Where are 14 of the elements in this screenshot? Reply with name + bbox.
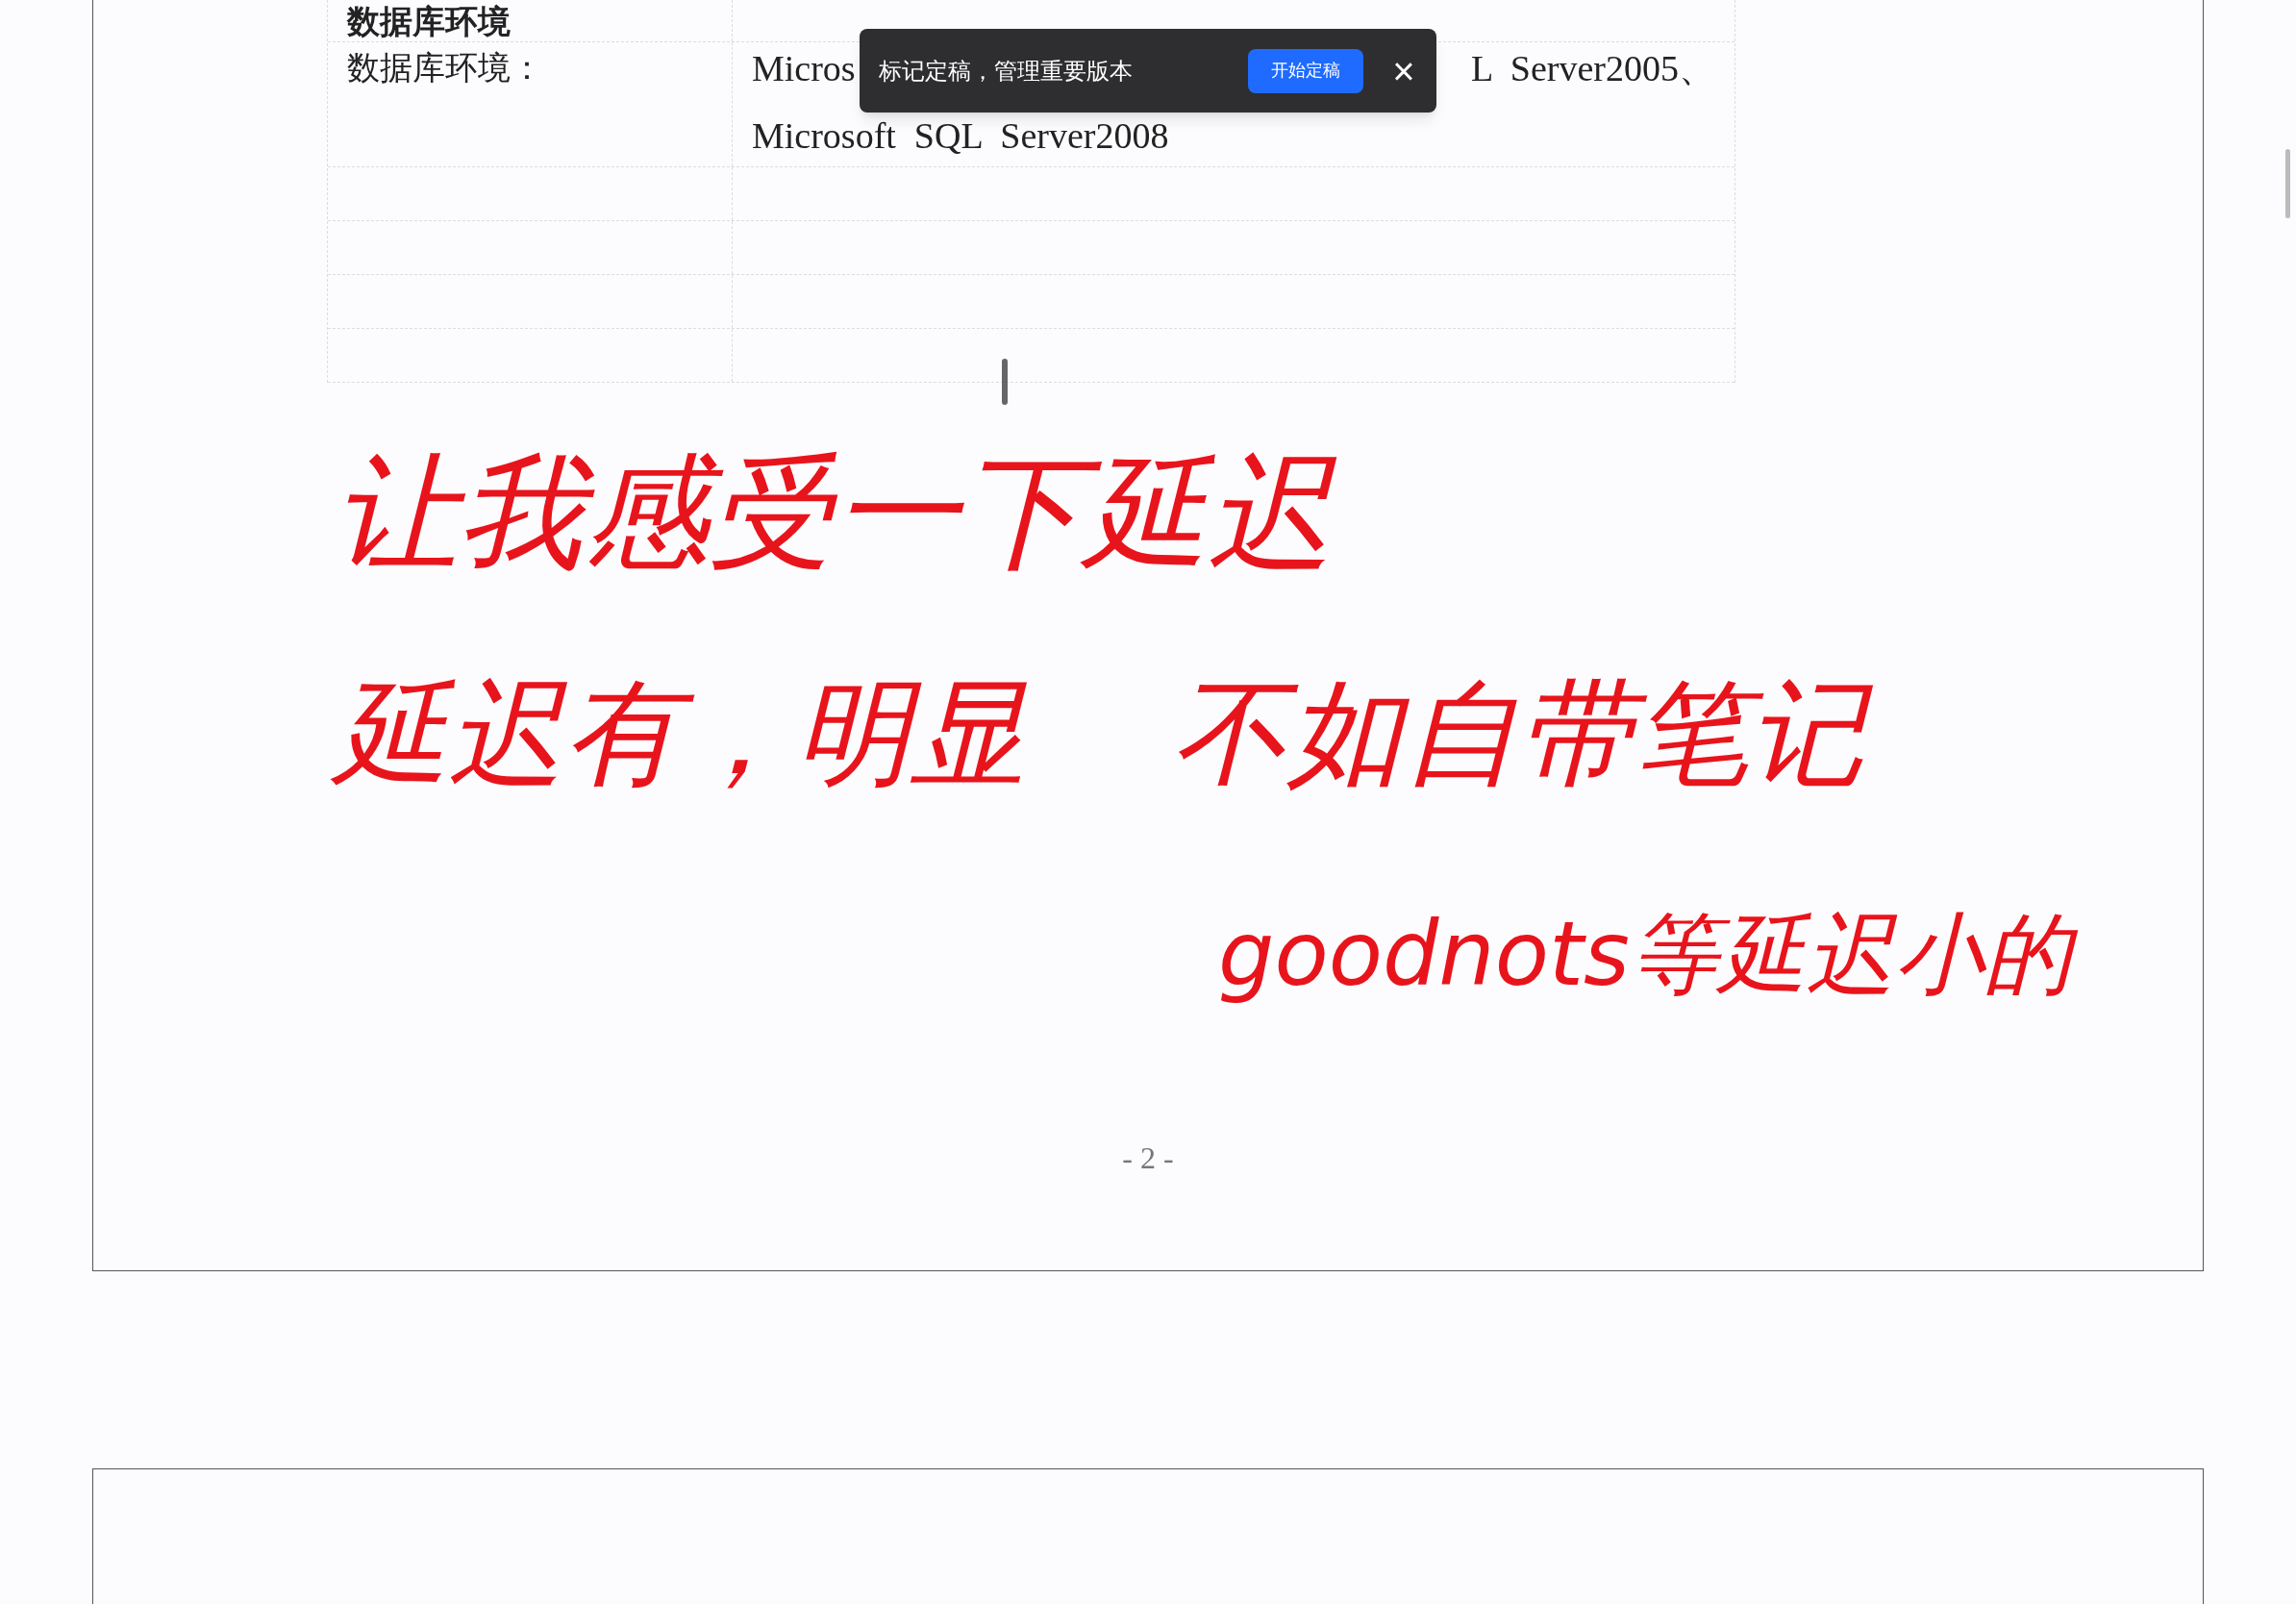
table-cell: 数据库环境：	[347, 49, 543, 86]
text-cursor	[1002, 359, 1008, 405]
toast-message: 标记定稿，管理重要版本	[879, 56, 1134, 86]
page-number: - 2 -	[1122, 1140, 1174, 1177]
scrollbar-thumb[interactable]	[2285, 149, 2290, 218]
table-cell-text: Microsoft SQL Server2008	[752, 114, 1169, 158]
handwritten-note: goodnots等延迟小的	[1218, 897, 2084, 1013]
table-cell-text: Micros	[752, 47, 856, 90]
table-cell: 数据库环境	[347, 3, 511, 39]
table-cell-text: L Server2005、	[1471, 47, 1715, 90]
close-button[interactable]: ×	[1386, 49, 1421, 92]
handwritten-note: 让我感受一下延迟	[334, 431, 1345, 594]
handwritten-note: 不如自带笔记	[1172, 659, 1876, 809]
finalize-button[interactable]: 开始定稿	[1248, 48, 1363, 93]
